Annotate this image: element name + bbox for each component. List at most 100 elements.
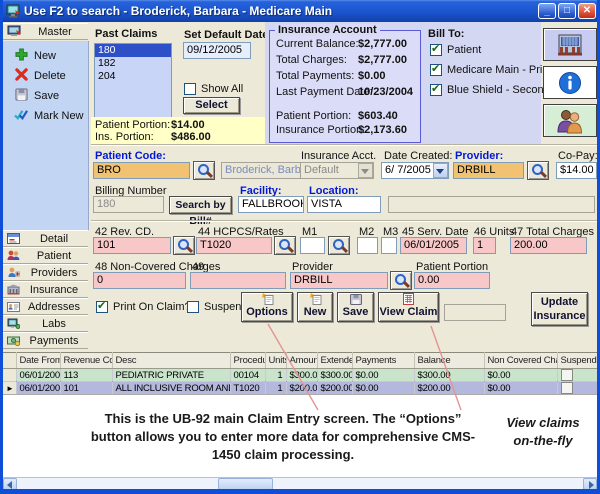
- close-button[interactable]: ✕: [578, 3, 596, 19]
- save-line-button[interactable]: Save: [337, 292, 374, 322]
- date-created-dropdown-icon[interactable]: [433, 163, 448, 178]
- new-line-button[interactable]: New: [297, 292, 333, 322]
- m1-field[interactable]: [300, 237, 325, 254]
- info-icon: [558, 71, 582, 95]
- m2-field[interactable]: [357, 237, 378, 254]
- insurance-acct-dropdown-icon[interactable]: [358, 163, 373, 178]
- insurance-building-icon: [7, 284, 20, 295]
- building-icon: [555, 32, 585, 58]
- table-row[interactable]: ► 06/01/2005 101 ALL INCLUSIVE ROOM AND …: [3, 382, 600, 395]
- col-header[interactable]: Extended: [317, 353, 352, 369]
- col-header[interactable]: Date From: [16, 353, 60, 369]
- insurance-row-label: Current Balance:: [276, 38, 359, 50]
- provider-field[interactable]: DRBILL: [453, 162, 524, 179]
- non-covered-field[interactable]: 0: [93, 272, 186, 289]
- sidebar-item-labs[interactable]: Labs: [3, 315, 88, 332]
- serv-date-field[interactable]: 06/01/2005: [400, 237, 467, 254]
- bill-to-blueshield-checkbox[interactable]: [430, 84, 442, 96]
- col-header[interactable]: Suspended: [557, 353, 600, 369]
- location-field[interactable]: VISTA: [307, 196, 381, 213]
- m1-magnifier-icon[interactable]: [328, 236, 350, 255]
- col-header[interactable]: Units: [265, 353, 286, 369]
- copay-field[interactable]: $14.00: [556, 162, 597, 179]
- patient-code-field[interactable]: BRO: [93, 162, 190, 179]
- table-row[interactable]: 06/01/2005 113 PEDIATRIC PRIVATE 00104 1…: [3, 369, 600, 382]
- col-header[interactable]: Desc: [112, 353, 230, 369]
- sidebar-item-providers[interactable]: Providers: [3, 264, 88, 281]
- col49-field[interactable]: [190, 272, 286, 289]
- sidebar-item-label: Addresses: [20, 301, 88, 313]
- line-patient-portion-field[interactable]: 0.00: [414, 272, 490, 289]
- suspended-cell: [557, 369, 600, 382]
- col-header[interactable]: Amount: [286, 353, 317, 369]
- sidebar-action-mark-new[interactable]: Mark New: [13, 108, 84, 124]
- col-header[interactable]: Revenue Code: [60, 353, 112, 369]
- show-all-checkbox[interactable]: [184, 83, 196, 95]
- search-by-bill-button[interactable]: Search by Bill#: [169, 196, 232, 214]
- list-item[interactable]: 204: [95, 70, 171, 83]
- default-date-field[interactable]: 09/12/2005: [183, 42, 251, 59]
- total-charges-field[interactable]: 200.00: [510, 237, 587, 254]
- info-button[interactable]: [543, 66, 597, 99]
- col-header[interactable]: Payments: [352, 353, 414, 369]
- sidebar-item-detail[interactable]: Detail: [3, 230, 88, 247]
- window-title: Use F2 to search - Broderick, Barbara - …: [24, 4, 332, 18]
- sidebar-action-save[interactable]: Save: [13, 88, 59, 104]
- patients-button[interactable]: [543, 104, 597, 137]
- sidebar-item-patient[interactable]: Patient: [3, 247, 88, 264]
- suspended-row-checkbox[interactable]: [561, 369, 573, 381]
- view-claim-button[interactable]: View Claim: [378, 292, 439, 322]
- list-item[interactable]: 180: [95, 44, 171, 57]
- options-button[interactable]: Options: [241, 292, 293, 322]
- facility-button[interactable]: [543, 28, 597, 61]
- facility-field[interactable]: FALLBROOK: [238, 196, 304, 213]
- provider-search-magnifier-icon[interactable]: [527, 161, 549, 180]
- suspended-row-checkbox[interactable]: [561, 382, 573, 394]
- sidebar-item-insurance[interactable]: Insurance: [3, 281, 88, 298]
- view-claim-doc-icon: [403, 293, 414, 305]
- hcpcs-magnifier-icon[interactable]: [274, 236, 296, 255]
- list-item[interactable]: 182: [95, 57, 171, 70]
- button-label: New: [304, 306, 327, 318]
- bill-to-patient-checkbox[interactable]: [430, 44, 442, 56]
- maximize-button[interactable]: □: [558, 3, 576, 19]
- sidebar-item-payments[interactable]: Payments: [3, 332, 88, 349]
- rev-cd-magnifier-icon[interactable]: [173, 236, 195, 255]
- sidebar-action-new[interactable]: New: [13, 48, 56, 64]
- cell: 06/01/2005: [16, 369, 60, 382]
- rev-cd-field[interactable]: 101: [93, 237, 171, 254]
- col-header[interactable]: Non Covered Charges: [484, 353, 557, 369]
- patient-search-magnifier-icon[interactable]: [193, 161, 215, 180]
- cell: 1: [265, 369, 286, 382]
- bill-to-medicare-checkbox[interactable]: [430, 64, 442, 76]
- titlebar[interactable]: Use F2 to search - Broderick, Barbara - …: [0, 0, 600, 22]
- col-header[interactable]: Balance: [414, 353, 484, 369]
- m3-field[interactable]: [381, 237, 397, 254]
- suspended-checkbox[interactable]: [187, 301, 199, 313]
- col-header[interactable]: Procedure: [230, 353, 265, 369]
- grid-header-row: Date From Revenue Code Desc Procedure Un…: [3, 353, 600, 369]
- print-on-claim-checkbox[interactable]: [96, 301, 108, 313]
- claim-lines-grid[interactable]: Date From Revenue Code Desc Procedure Un…: [3, 352, 600, 395]
- insurance-acct-label: Insurance Acct.: [301, 150, 376, 162]
- line-provider-magnifier-icon[interactable]: [390, 271, 412, 290]
- date-created-label: Date Created:: [384, 150, 452, 162]
- select-button[interactable]: Select: [183, 97, 240, 114]
- cell: 101: [60, 382, 112, 395]
- cell: 00104: [230, 369, 265, 382]
- minimize-button[interactable]: _: [538, 3, 556, 19]
- update-insurance-button[interactable]: Update Insurance: [531, 292, 588, 326]
- line-provider-field[interactable]: DRBILL: [290, 272, 388, 289]
- sidebar-action-delete[interactable]: Delete: [13, 68, 66, 84]
- row-selector[interactable]: [3, 369, 16, 382]
- cell: $200.00: [414, 382, 484, 395]
- past-claims-listbox[interactable]: 180 182 204: [94, 43, 172, 118]
- sidebar-item-addresses[interactable]: Addresses: [3, 298, 88, 315]
- current-row-marker[interactable]: ►: [3, 382, 16, 395]
- units-field[interactable]: 1: [473, 237, 496, 254]
- providers-icon: [7, 267, 20, 278]
- annotation-side-text: View claims on-the-fly: [498, 414, 588, 450]
- insurance-row-value: $2,777.00: [358, 38, 407, 50]
- sidebar-item-master[interactable]: Master: [3, 23, 88, 40]
- hcpcs-field[interactable]: T1020: [196, 237, 272, 254]
